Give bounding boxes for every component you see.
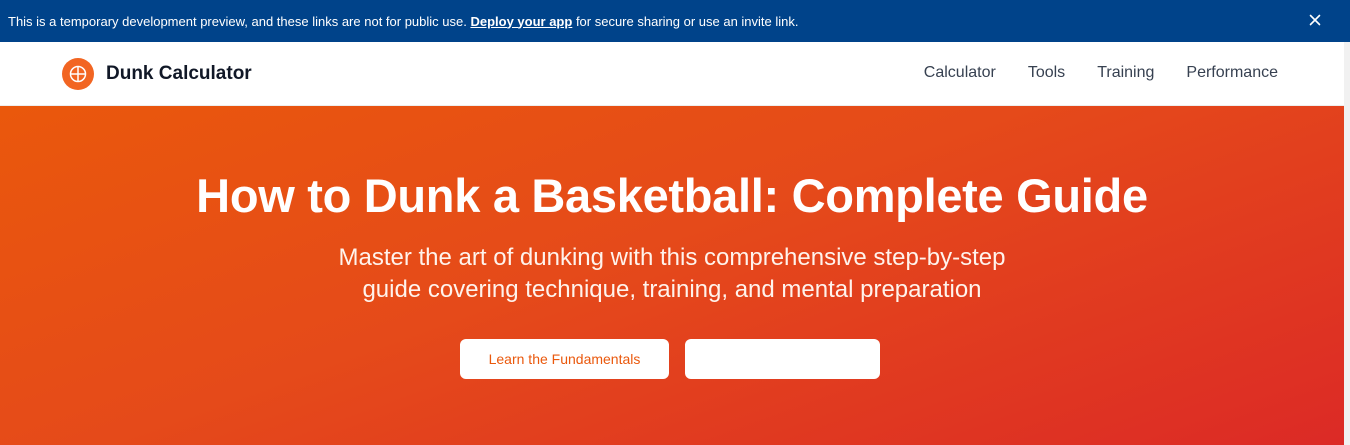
brand-name: Dunk Calculator (106, 63, 252, 84)
hero-subtitle-line-2: guide covering technique, training, and … (362, 276, 982, 303)
nav-link-tools[interactable]: Tools (1028, 64, 1065, 82)
close-icon[interactable] (1306, 11, 1324, 29)
dev-preview-banner: This is a temporary development preview,… (0, 0, 1350, 42)
main-nav: Calculator Tools Training Performance (924, 64, 1278, 82)
banner-text-before: This is a temporary development preview,… (8, 13, 471, 29)
hero-subtitle-line-1: Master the art of dunking with this comp… (338, 244, 1006, 271)
page-scrollbar[interactable] (1344, 42, 1350, 445)
banner-text-after: for secure sharing or use an invite link… (572, 13, 799, 29)
nav-link-performance[interactable]: Performance (1186, 64, 1278, 82)
secondary-hero-button[interactable] (685, 339, 880, 379)
top-navbar: Dunk Calculator Calculator Tools Trainin… (0, 42, 1344, 106)
hero-subtitle: Master the art of dunking with this comp… (0, 242, 1344, 306)
nav-link-training[interactable]: Training (1097, 64, 1154, 82)
basketball-icon (62, 58, 94, 90)
brand[interactable]: Dunk Calculator (62, 58, 252, 90)
deploy-app-link[interactable]: Deploy your app (470, 14, 572, 29)
nav-link-calculator[interactable]: Calculator (924, 64, 996, 82)
hero-title: How to Dunk a Basketball: Complete Guide (196, 169, 1148, 222)
hero-buttons: Learn the Fundamentals (460, 339, 880, 379)
banner-message: This is a temporary development preview,… (8, 14, 799, 29)
hero-section: How to Dunk a Basketball: Complete Guide… (0, 106, 1344, 445)
learn-fundamentals-button[interactable]: Learn the Fundamentals (460, 339, 669, 379)
